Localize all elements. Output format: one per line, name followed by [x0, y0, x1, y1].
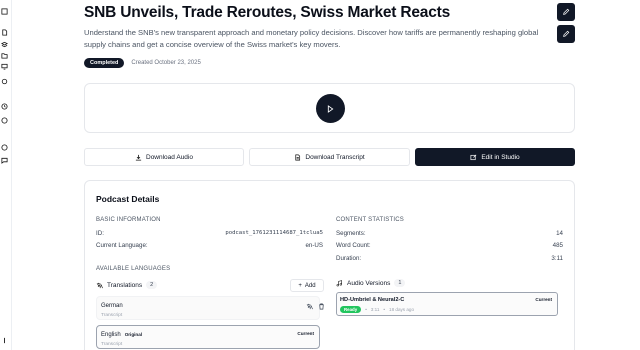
audio-versions-count: 1	[394, 279, 406, 287]
meta-row: Completed Created October 23, 2025	[84, 58, 201, 68]
left-rail	[0, 0, 12, 350]
users-icon[interactable]	[1, 117, 8, 124]
id-value: podcast_1761231114687_1tclua5	[225, 230, 323, 236]
segments-label: Segments:	[336, 230, 366, 237]
language-item-english[interactable]: English Original Transcript Current	[96, 325, 320, 349]
bullet-separator: •	[365, 307, 367, 312]
language-name: English Original	[101, 332, 142, 338]
folder-icon[interactable]	[1, 52, 8, 59]
layers-icon[interactable]	[1, 41, 8, 48]
duration-label: Duration:	[336, 255, 362, 262]
download-transcript-label: Download Transcript	[305, 153, 365, 161]
segments-value: 14	[556, 230, 563, 237]
audio-version-duration: 3:11	[370, 307, 380, 312]
created-date: Created October 23, 2025	[131, 60, 201, 66]
languages-heading: AVAILABLE LANGUAGES	[96, 266, 171, 272]
language-label: Current Language:	[96, 242, 148, 249]
ready-badge: Ready	[340, 306, 362, 313]
audio-versions-label: Audio Versions	[347, 279, 391, 287]
edit-in-studio-label: Edit in Studio	[481, 153, 520, 161]
audio-version-name: HD-Umbriel & Neural2-C	[340, 297, 405, 303]
chat-icon[interactable]	[1, 157, 8, 164]
add-translation-button[interactable]: + Add	[290, 279, 324, 292]
download-audio-button[interactable]: Download Audio	[84, 148, 244, 166]
audio-version-meta: Ready • 3:11 • 18 days ago	[340, 306, 414, 313]
page-title: SNB Unveils, Trade Reroutes, Swiss Marke…	[84, 4, 450, 21]
current-label: Current	[535, 297, 552, 302]
panel-icon[interactable]	[1, 8, 8, 15]
language-name: German	[101, 303, 123, 309]
audio-player	[84, 83, 575, 133]
edit-in-studio-button[interactable]: Edit in Studio	[415, 148, 575, 166]
translations-header: Translations 2	[96, 281, 158, 289]
edit-description-button[interactable]	[557, 25, 575, 43]
wordcount-value: 485	[552, 242, 563, 249]
language-type: Transcript	[101, 313, 123, 318]
page-description: Understand the SNB's new transparent app…	[84, 28, 539, 49]
settings-icon[interactable]	[1, 78, 8, 85]
podcast-details-card: Podcast Details BASIC INFORMATION ID: po…	[84, 180, 575, 350]
file-icon[interactable]	[1, 29, 8, 36]
pencil-icon	[563, 30, 570, 37]
monitor-icon[interactable]	[1, 63, 8, 70]
current-label: Current	[297, 331, 314, 336]
id-label: ID:	[96, 230, 104, 237]
trash-icon[interactable]	[318, 303, 325, 310]
language-name-text: English	[101, 332, 121, 338]
translate-icon	[96, 282, 103, 288]
music-note-icon	[336, 279, 342, 286]
download-transcript-button[interactable]: Download Transcript	[249, 148, 410, 166]
stats-heading: CONTENT STATISTICS	[336, 217, 404, 223]
wordcount-label: Word Count:	[336, 242, 371, 249]
plus-icon: +	[298, 282, 302, 289]
help-icon[interactable]	[1, 144, 8, 151]
document-icon	[295, 154, 301, 160]
language-value: en-US	[305, 242, 323, 249]
edit-title-button[interactable]	[557, 3, 575, 21]
download-audio-label: Download Audio	[146, 153, 193, 161]
duration-value: 3:11	[551, 255, 563, 262]
audio-version-item[interactable]: HD-Umbriel & Neural2-C Current Ready • 3…	[336, 292, 558, 316]
play-button[interactable]	[316, 94, 345, 123]
audio-versions-header: Audio Versions 1	[336, 279, 406, 287]
edit-icon	[470, 154, 477, 160]
translations-label: Translations	[107, 281, 143, 289]
status-badge: Completed	[84, 58, 125, 68]
bullet-separator: •	[383, 307, 386, 312]
card-title: Podcast Details	[96, 194, 160, 204]
basic-info-heading: BASIC INFORMATION	[96, 217, 161, 223]
original-tag: Original	[124, 332, 143, 337]
clock-icon[interactable]	[1, 103, 8, 110]
info-icon[interactable]	[1, 337, 8, 344]
add-label: Add	[304, 282, 316, 289]
translate-action-icon[interactable]	[306, 303, 313, 310]
audio-version-age: 18 days ago	[389, 307, 415, 312]
language-type: Transcript	[101, 342, 123, 347]
translations-count: 2	[146, 281, 158, 289]
pencil-icon	[563, 8, 570, 15]
download-icon	[135, 154, 142, 161]
language-item-german[interactable]: German Transcript	[96, 296, 324, 320]
play-icon	[327, 104, 334, 113]
